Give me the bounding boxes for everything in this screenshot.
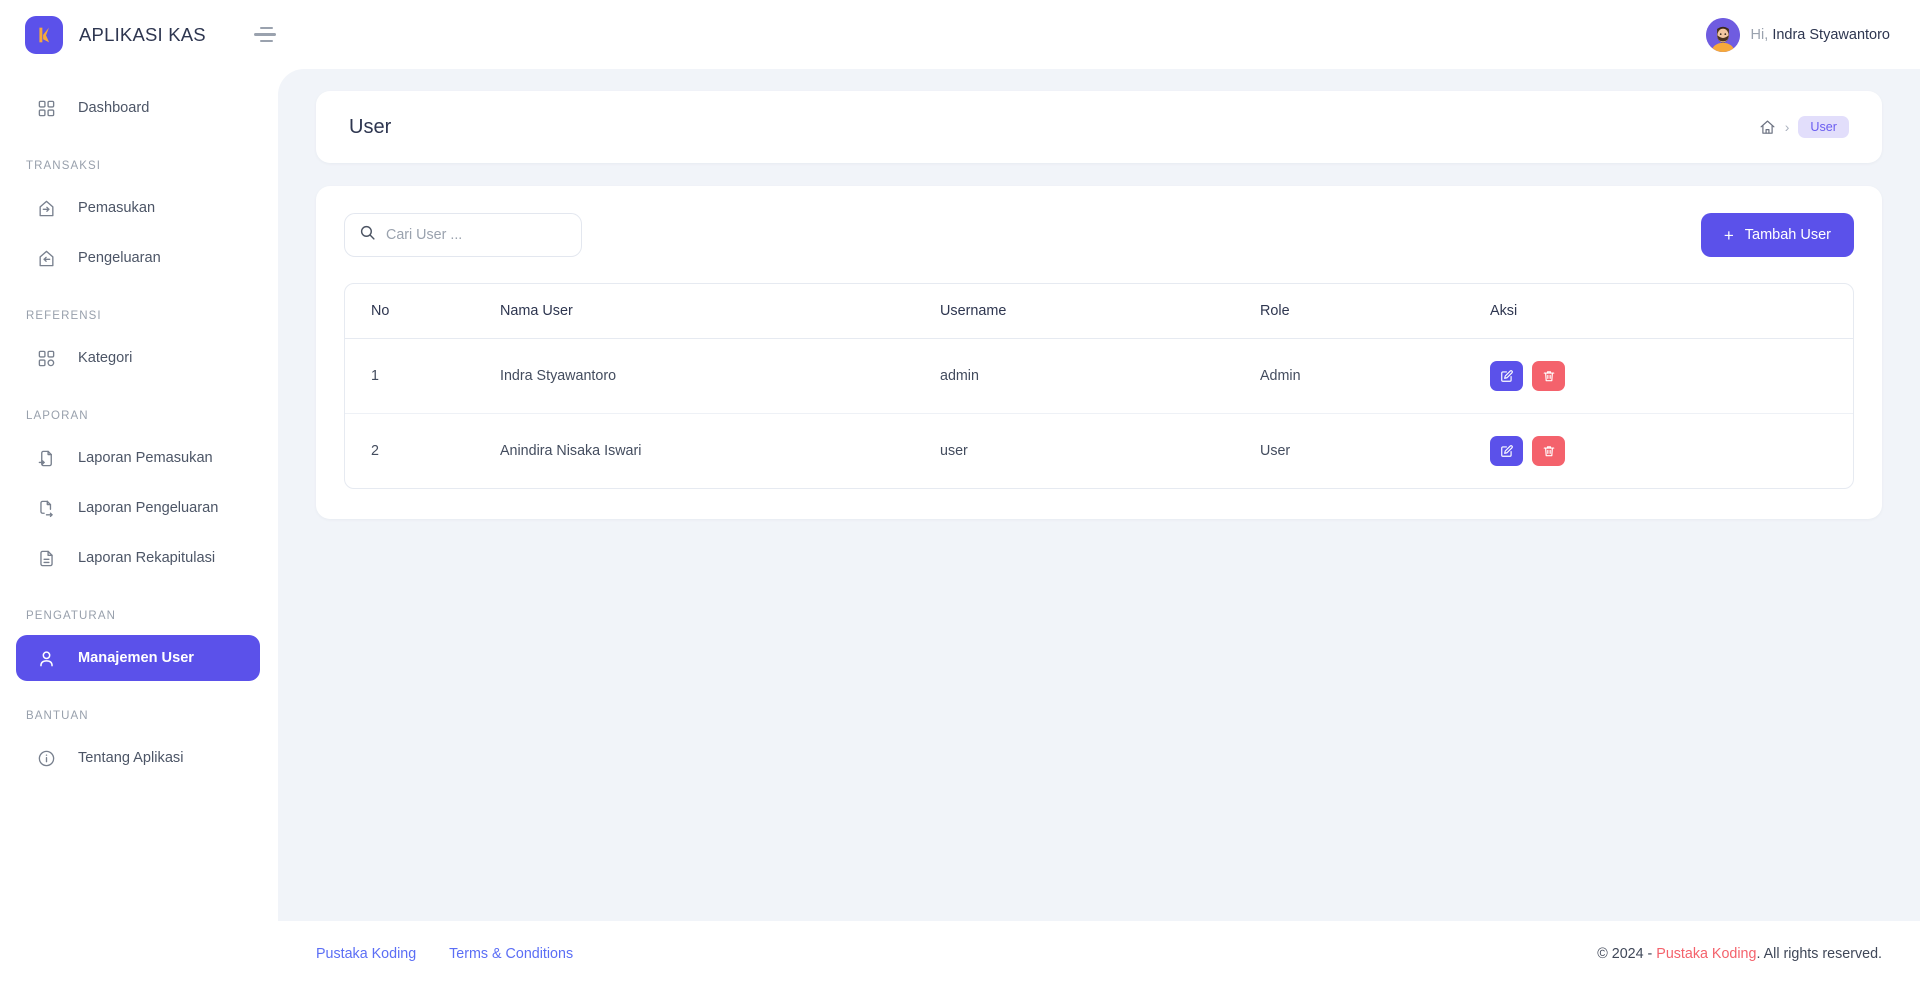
sidebar-item-laporan-pengeluaran[interactable]: Laporan Pengeluaran — [16, 485, 260, 531]
copyright-brand-link[interactable]: Pustaka Koding — [1656, 946, 1756, 962]
pencil-icon — [1500, 370, 1513, 382]
sidebar-item-label: Tentang Aplikasi — [78, 750, 184, 766]
brand-name: APLIKASI KAS — [79, 23, 206, 45]
sidebar-item-label: Laporan Rekapitulasi — [78, 550, 216, 566]
user-menu[interactable]: Hi, Indra Styawantoro — [1705, 17, 1920, 52]
user-table: No Nama User Username Role Aksi 1 Indra … — [344, 283, 1854, 489]
sidebar-item-label: Kategori — [78, 350, 133, 366]
sidebar-item-laporan-rekapitulasi[interactable]: Laporan Rekapitulasi — [16, 535, 260, 581]
cell-nama: Indra Styawantoro — [500, 338, 940, 414]
footer-link-terms[interactable]: Terms & Conditions — [449, 946, 573, 962]
trash-icon — [1543, 371, 1554, 382]
footer-link-pustaka-koding[interactable]: Pustaka Koding — [316, 946, 416, 962]
cell-username: admin — [940, 338, 1260, 414]
search-input[interactable] — [386, 227, 567, 243]
delete-button[interactable] — [1532, 436, 1565, 466]
app-root: APLIKASI KAS Hi, Indra Styawantoro Dashb… — [0, 0, 1920, 987]
cell-role: User — [1260, 443, 1291, 459]
sidebar-group-referensi: REFERENSI — [26, 310, 102, 322]
cell-aksi — [1490, 414, 1853, 489]
avatar — [1705, 17, 1740, 52]
sidebar-item-label: Pengeluaran — [78, 250, 161, 266]
cell-username: user — [940, 443, 968, 459]
breadcrumb-current: User — [1798, 116, 1849, 138]
cell-aksi — [1490, 338, 1853, 414]
copyright-suffix: . All rights reserved. — [1756, 946, 1882, 962]
cell-no: 1 — [345, 338, 500, 414]
main-content: User › User Cari User ... + Tambah User … — [278, 69, 1920, 921]
home-icon[interactable] — [1759, 119, 1776, 136]
sidebar-item-kategori[interactable]: Kategori — [16, 335, 260, 381]
plus-icon: + — [1723, 225, 1734, 245]
person-icon — [36, 648, 57, 669]
greeting-prefix: Hi, — [1750, 26, 1769, 43]
add-user-label: Tambah User — [1744, 227, 1831, 243]
sidebar-item-tentang-aplikasi[interactable]: Tentang Aplikasi — [16, 735, 260, 781]
sidebar-group-bantuan: BANTUAN — [26, 710, 89, 722]
sidebar-group-laporan: LAPORAN — [26, 410, 89, 422]
info-circle-icon — [36, 748, 57, 769]
breadcrumb: › User — [1759, 116, 1849, 138]
action-group — [1490, 361, 1853, 391]
page-header: User › User — [316, 91, 1882, 163]
page-title: User — [349, 115, 392, 138]
grid-icon — [36, 348, 57, 369]
breadcrumb-separator: › — [1784, 119, 1790, 135]
sidebar-item-label: Dashboard — [78, 100, 150, 116]
cell-nama: Anindira Nisaka Iswari — [500, 443, 642, 459]
user-card: + Tambah User No Nama User Username Role… — [316, 186, 1882, 519]
top-bar: APLIKASI KAS Hi, Indra Styawantoro — [0, 0, 1920, 69]
k-logo-icon — [25, 15, 63, 54]
pencil-icon — [1500, 445, 1513, 457]
copyright-prefix: © 2024 - — [1597, 946, 1657, 962]
sidebar-item-label: Manajemen User — [78, 650, 194, 666]
arrow-out-icon — [36, 248, 57, 269]
sidebar-item-laporan-pemasukan[interactable]: Laporan Pemasukan — [16, 435, 260, 481]
column-header-username: Username — [940, 284, 1260, 339]
footer: Pustaka Koding Terms & Conditions © 2024… — [278, 921, 1920, 987]
edit-button[interactable] — [1490, 361, 1523, 391]
footer-links: Pustaka Koding Terms & Conditions — [316, 946, 573, 962]
cell-role: Admin — [1260, 338, 1490, 414]
column-header-no: No — [345, 284, 500, 339]
sidebar-group-pengaturan: PENGATURAN — [26, 610, 117, 622]
sidebar-item-dashboard[interactable]: Dashboard — [16, 85, 260, 131]
sidebar-item-pemasukan[interactable]: Pemasukan — [16, 185, 260, 231]
delete-button[interactable] — [1532, 361, 1565, 391]
edit-button[interactable] — [1490, 436, 1523, 466]
column-header-nama: Nama User — [500, 284, 940, 339]
greeting: Hi, Indra Styawantoro — [1751, 27, 1890, 43]
sidebar-item-label: Pemasukan — [78, 200, 156, 216]
sidebar-item-manajemen-user[interactable]: Manajemen User — [16, 635, 260, 681]
sidebar-group-transaksi: TRANSAKSI — [26, 160, 102, 172]
table-row: 2 Anindira Nisaka Iswari user User — [345, 414, 1853, 489]
hamburger-icon[interactable] — [240, 17, 276, 53]
table-row: 1 Indra Styawantoro admin Admin — [345, 338, 1853, 414]
sidebar-item-label: Laporan Pemasukan — [78, 450, 213, 466]
sidebar: Dashboard TRANSAKSI Pemasukan Pengeluara… — [0, 69, 278, 987]
cell-no: 2 — [371, 443, 379, 459]
arrow-in-icon — [36, 198, 57, 219]
table-header-row: No Nama User Username Role Aksi — [345, 284, 1853, 339]
search-box[interactable] — [344, 213, 582, 257]
add-user-button[interactable]: + Tambah User — [1700, 213, 1854, 257]
grid-icon — [36, 98, 57, 119]
file-in-icon — [36, 448, 57, 469]
card-toolbar: + Tambah User — [344, 213, 1854, 257]
file-out-icon — [36, 498, 57, 519]
column-header-aksi: Aksi — [1490, 284, 1853, 339]
trash-icon — [1543, 446, 1554, 457]
search-icon — [359, 224, 376, 246]
column-header-role: Role — [1260, 284, 1490, 339]
sidebar-item-label: Laporan Pengeluaran — [78, 500, 219, 516]
file-text-icon — [36, 548, 57, 569]
brand[interactable]: APLIKASI KAS — [0, 15, 222, 54]
footer-copyright: © 2024 - Pustaka Koding. All rights rese… — [1597, 946, 1882, 962]
action-group — [1490, 436, 1853, 466]
sidebar-item-pengeluaran[interactable]: Pengeluaran — [16, 235, 260, 281]
greeting-user-name: Indra Styawantoro — [1772, 26, 1890, 43]
